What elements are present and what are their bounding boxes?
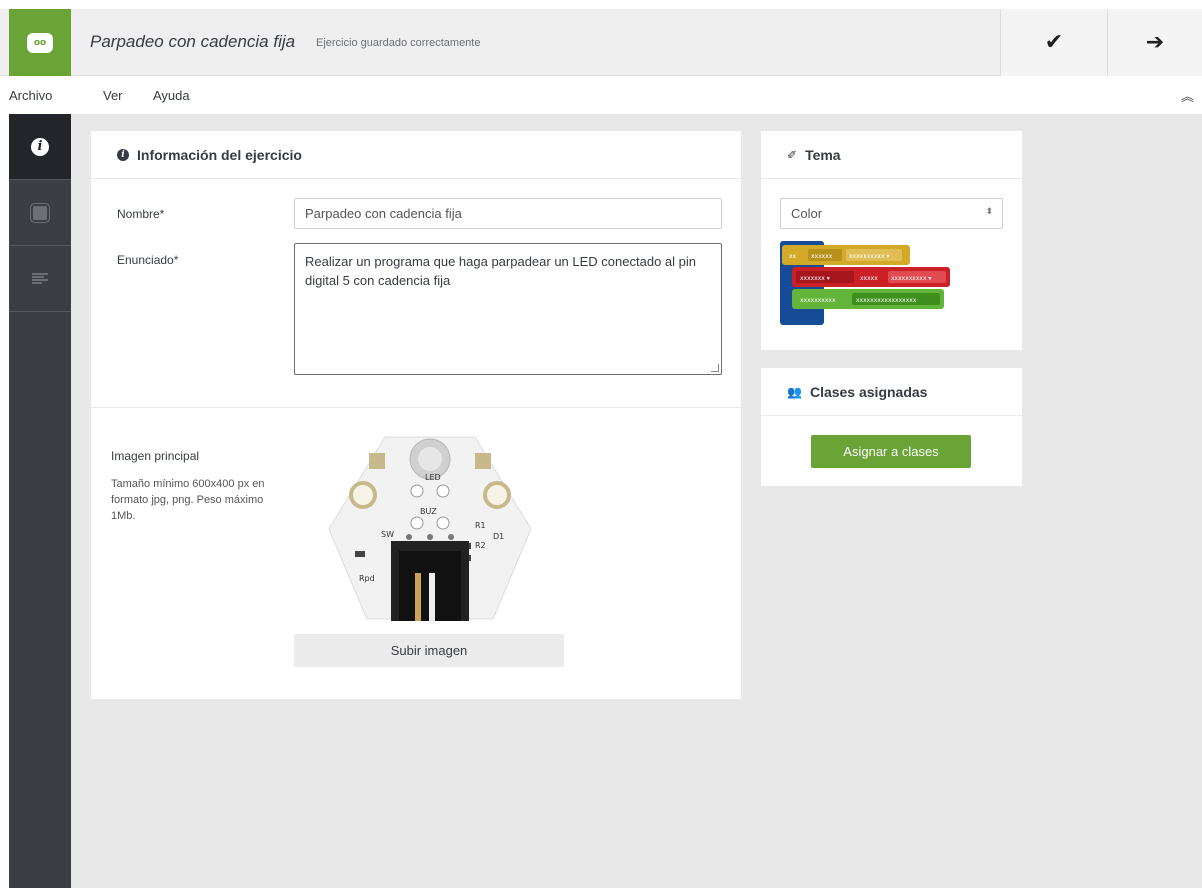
brush-icon: ✐	[787, 147, 798, 162]
theme-select-value: Color	[791, 206, 823, 221]
exercise-info-card: i Información del ejercicio Nombre* Parp…	[91, 131, 741, 699]
exercise-title: Parpadeo con cadencia fija	[90, 32, 296, 51]
sidebar-tab-hardware[interactable]	[9, 180, 71, 246]
resize-handle[interactable]	[711, 364, 719, 372]
board-label-r2: R2	[475, 541, 486, 550]
preview-row1-c: xxxxxxxxxx ▾	[849, 253, 889, 260]
preview-row2-a: xxxxxxx ▾	[800, 275, 830, 282]
classes-header: 👥 Clases asignadas	[761, 368, 1022, 416]
board-label-led: LED	[425, 473, 441, 482]
preview-row2-c: xxxxxxxxxx ▾	[891, 275, 931, 282]
check-icon: ✔	[1044, 30, 1064, 55]
save-status: Ejercicio guardado correctamente	[316, 37, 481, 49]
info-icon: i	[31, 137, 49, 156]
preview-row1-b: xxxxxx	[811, 253, 833, 260]
statement-text: Realizar un programa que haga parpadear …	[305, 254, 696, 288]
main-image-label: Imagen principal	[111, 449, 200, 463]
board-label-d1: D1	[493, 532, 504, 541]
statement-label: Enunciado*	[117, 253, 179, 267]
upload-image-button[interactable]: Subir imagen	[294, 634, 564, 667]
name-input[interactable]: Parpadeo con cadencia fija	[294, 198, 722, 229]
board-label-sw: SW	[381, 530, 394, 539]
assign-classes-button[interactable]: Asignar a clases	[811, 435, 971, 468]
logo-text: oo	[33, 37, 47, 48]
sidebar: i	[9, 114, 71, 888]
exercise-info-header: i Información del ejercicio	[91, 131, 741, 179]
theme-header: ✐ Tema	[761, 131, 1022, 179]
menu-ayuda[interactable]: Ayuda	[153, 88, 190, 103]
preview-row3-b: xxxxxxxxxxxxxxxxx	[856, 297, 917, 304]
sidebar-tab-info[interactable]: i	[9, 114, 71, 180]
check-button[interactable]: ✔	[1000, 9, 1107, 76]
text-lines-icon	[32, 272, 48, 285]
sidebar-tab-software[interactable]	[9, 246, 71, 312]
main-image-help: Tamaño mínimo 600x400 px en formato jpg,…	[111, 478, 265, 522]
board-label-rpd: Rpd	[359, 574, 375, 583]
menu-bar: Archivo Ver Ayuda ︽	[0, 77, 1202, 114]
next-button[interactable]: ➔	[1107, 9, 1202, 76]
divider	[91, 407, 741, 408]
preview-row2-b: xxxxx	[860, 275, 878, 282]
board-label-buz: BUZ	[420, 507, 437, 516]
menu-archivo[interactable]: Archivo	[9, 88, 52, 103]
select-arrows-icon: ⬍	[985, 207, 993, 217]
preview-row3-a: xxxxxxxxxx	[800, 297, 836, 304]
info-glyph: i	[37, 139, 43, 154]
classes-card: 👥 Clases asignadas Asignar a clases	[761, 368, 1022, 486]
users-icon: 👥	[787, 384, 802, 399]
theme-title: Tema	[805, 146, 841, 163]
main-content: i Información del ejercicio Nombre* Parp…	[71, 114, 1202, 888]
chip-icon	[33, 205, 47, 220]
info-icon: i	[117, 148, 129, 161]
classes-title: Clases asignadas	[809, 383, 928, 400]
arrow-right-icon: ➔	[1145, 30, 1165, 55]
menu-ver[interactable]: Ver	[103, 88, 123, 103]
preview-row1-a: xx	[789, 253, 797, 260]
header: oo Parpadeo con cadencia fija Ejercicio …	[0, 9, 1202, 76]
name-label: Nombre*	[117, 207, 165, 221]
theme-preview: xx xxxxxx xxxxxxxxxx ▾ xxxxxxx ▾ xxxxx x…	[780, 241, 950, 325]
statement-textarea[interactable]: Realizar un programa que haga parpadear …	[294, 243, 722, 375]
board-image: LED BUZ SW R1 D1 R2 Rpd	[328, 436, 532, 621]
exercise-info-title: Información del ejercicio	[137, 146, 302, 163]
chevron-double-up-icon[interactable]: ︽	[1181, 86, 1194, 105]
theme-card: ✐ Tema Color ⬍ xx xxxxxx xxxxxxxxxx ▾ xx…	[761, 131, 1022, 350]
theme-select[interactable]: Color ⬍	[780, 198, 1003, 229]
board-label-r1: R1	[475, 521, 486, 530]
app-logo[interactable]: oo	[9, 9, 71, 76]
robot-icon: oo	[27, 32, 53, 53]
